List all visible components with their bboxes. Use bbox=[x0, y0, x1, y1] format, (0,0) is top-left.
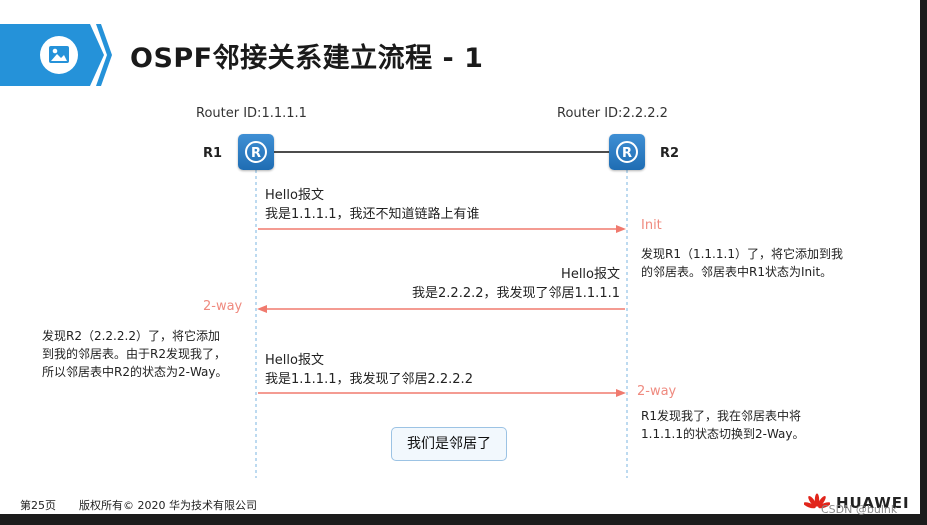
r2-router-icon: R bbox=[609, 134, 645, 170]
hello-arrow-2 bbox=[257, 305, 625, 313]
r2-state-2way: 2-way bbox=[637, 384, 677, 399]
svg-text:R: R bbox=[622, 146, 632, 161]
r1-note-2way: 发现R2（2.2.2.2）了，将它添加 到我的邻居表。由于R2发现我了， 所以邻… bbox=[42, 327, 228, 381]
message-3: Hello报文 我是1.1.1.1，我发现了邻居2.2.2.2 bbox=[265, 351, 473, 389]
note-line: R1发现我了，我在邻居表中将 bbox=[641, 409, 801, 423]
note-line: 1.1.1.1的状态切换到2-Way。 bbox=[641, 427, 805, 441]
r1-router-icon: R bbox=[238, 134, 274, 170]
hello-arrow-1 bbox=[258, 225, 626, 233]
note-line: 到我的邻居表。由于R2发现我了， bbox=[42, 347, 226, 361]
note-line: 的邻居表。邻居表中R1状态为Init。 bbox=[641, 265, 833, 279]
r2-state-init: Init bbox=[641, 218, 662, 233]
message-3-body: 我是1.1.1.1，我发现了邻居2.2.2.2 bbox=[265, 372, 473, 387]
message-2-body: 我是2.2.2.2，我发现了邻居1.1.1.1 bbox=[412, 286, 620, 301]
hello-arrow-3 bbox=[258, 389, 626, 397]
message-1-type: Hello报文 bbox=[265, 188, 324, 203]
message-3-type: Hello报文 bbox=[265, 353, 324, 368]
r2-note-2way: R1发现我了，我在邻居表中将 1.1.1.1的状态切换到2-Way。 bbox=[641, 407, 805, 443]
copyright: 版权所有© 2020 华为技术有限公司 bbox=[79, 499, 257, 512]
message-1: Hello报文 我是1.1.1.1，我还不知道链路上有谁 bbox=[265, 186, 479, 224]
watermark: CSDN @bulnk bbox=[821, 503, 898, 516]
svg-text:R: R bbox=[251, 146, 261, 161]
note-line: 发现R2（2.2.2.2）了，将它添加 bbox=[42, 329, 220, 343]
note-line: 所以邻居表中R2的状态为2-Way。 bbox=[42, 365, 228, 379]
r2-note-init: 发现R1（1.1.1.1）了，将它添加到我 的邻居表。邻居表中R1状态为Init… bbox=[641, 245, 843, 281]
neighbor-established-box: 我们是邻居了 bbox=[391, 427, 507, 461]
message-2-type: Hello报文 bbox=[561, 267, 620, 282]
message-2: Hello报文 我是2.2.2.2，我发现了邻居1.1.1.1 bbox=[412, 265, 620, 303]
r1-state-2way: 2-way bbox=[203, 299, 243, 314]
slide: OSPF邻接关系建立流程 - 1 Router ID:1.1.1.1 Route… bbox=[0, 0, 920, 514]
page-number: 第25页 bbox=[20, 499, 56, 512]
message-1-body: 我是1.1.1.1，我还不知道链路上有谁 bbox=[265, 207, 480, 222]
note-line: 发现R1（1.1.1.1）了，将它添加到我 bbox=[641, 247, 843, 261]
